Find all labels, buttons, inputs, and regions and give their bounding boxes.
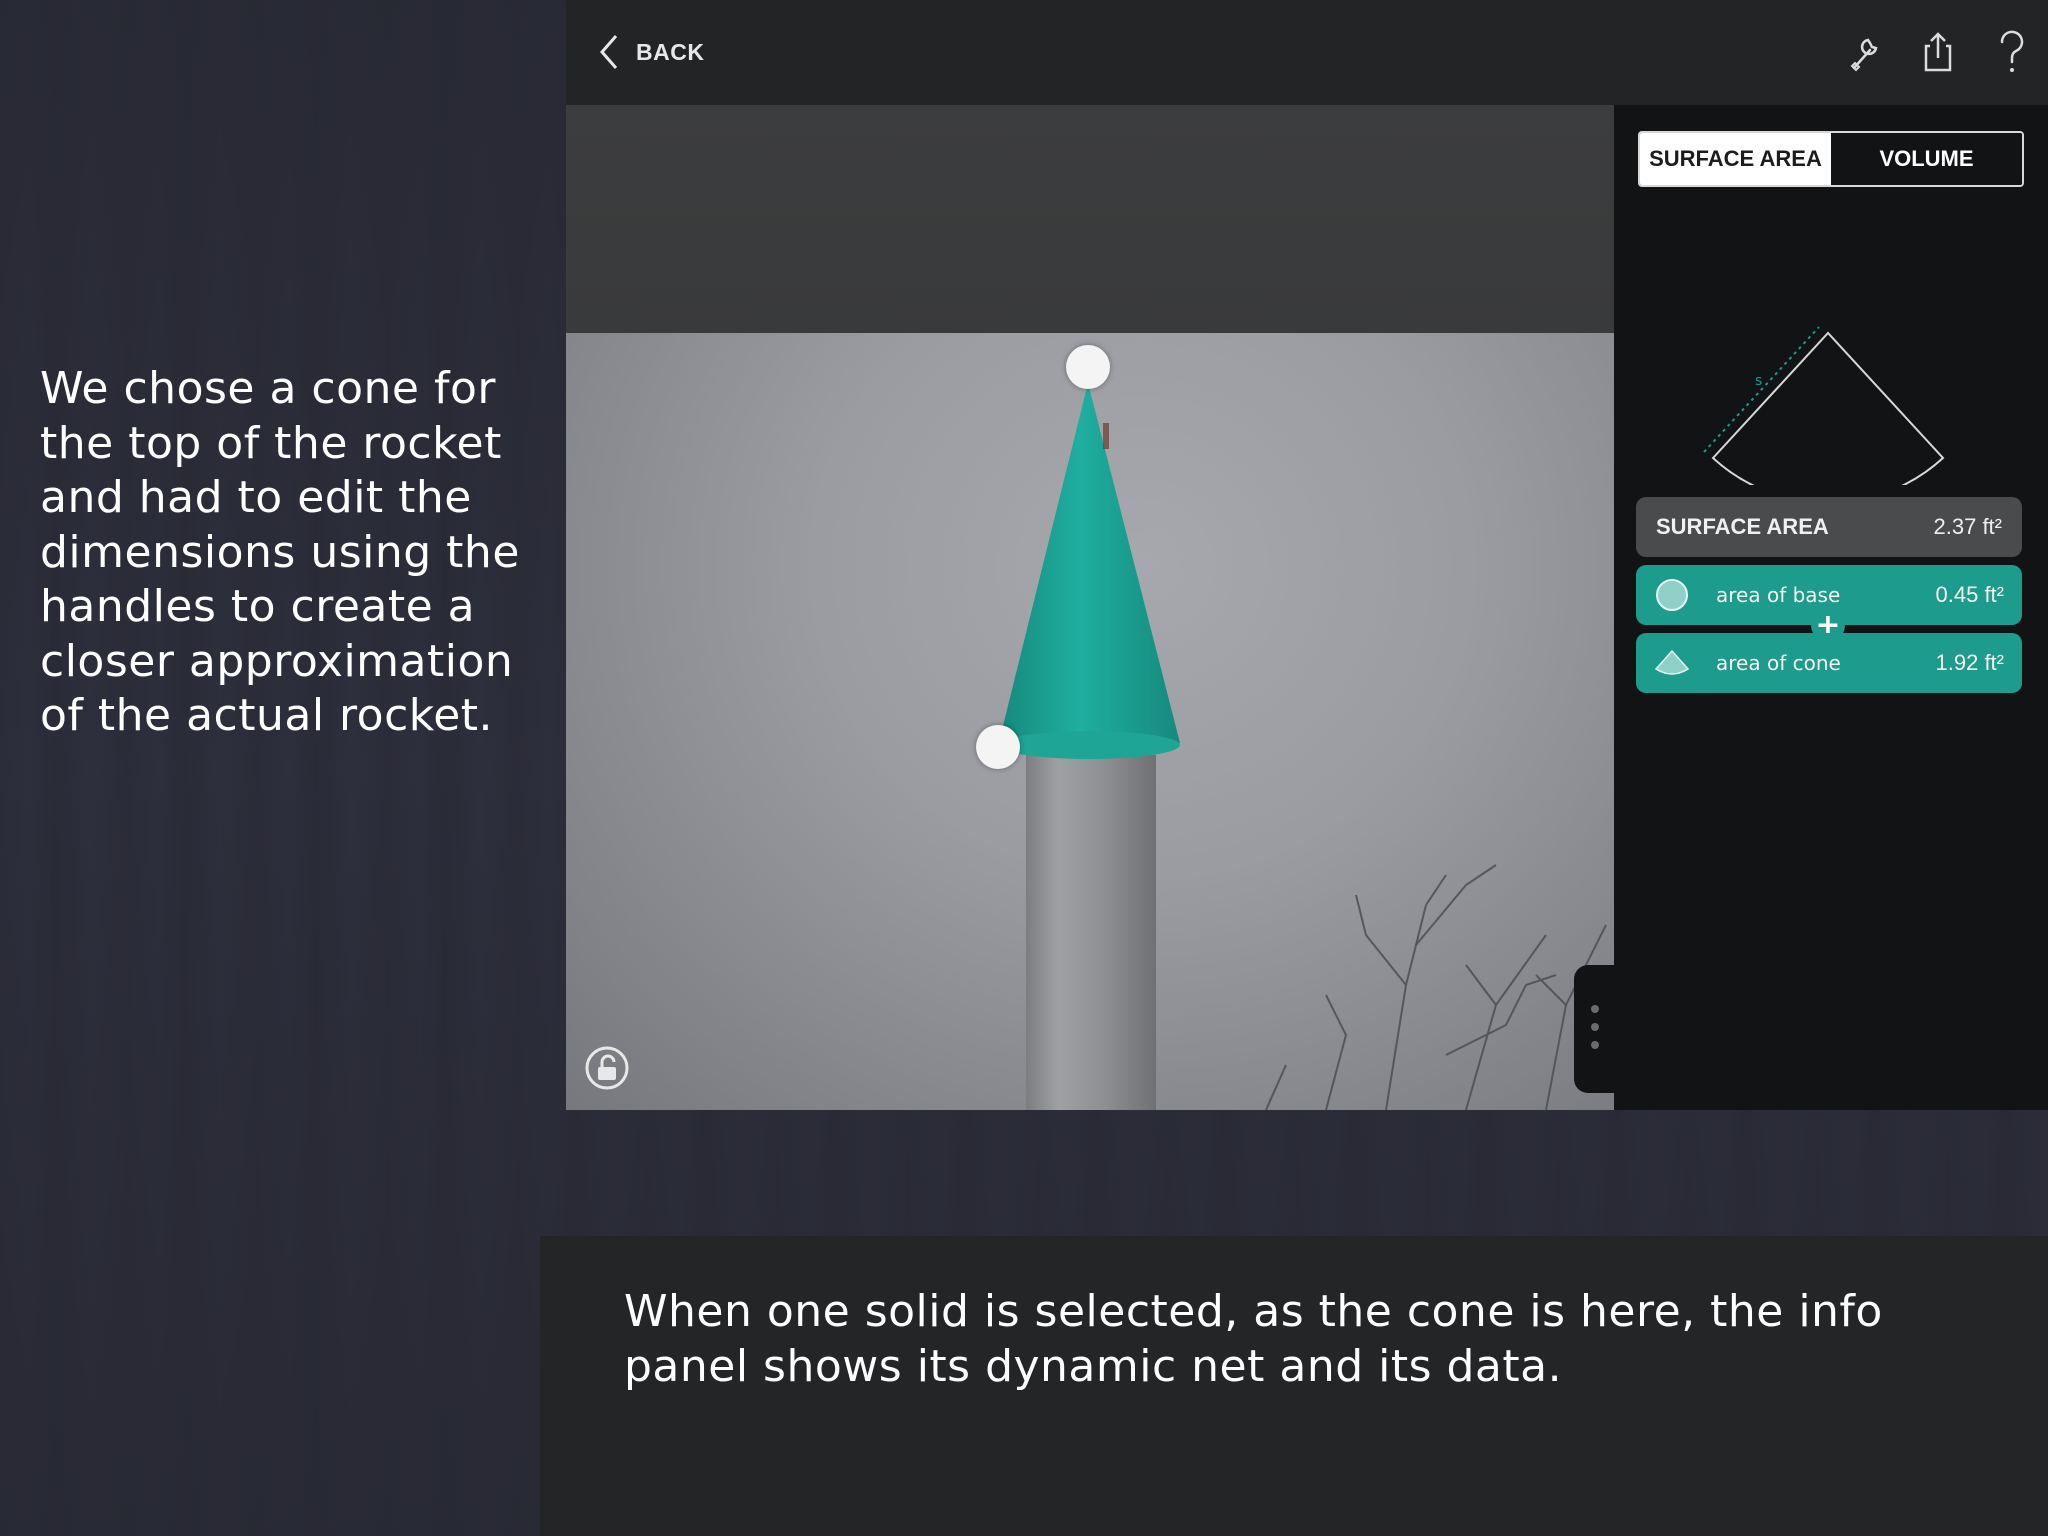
tab-surface-area[interactable]: SURFACE AREA [1640,133,1831,185]
surface-area-label: SURFACE AREA [1656,514,1829,539]
left-caption: We chose a cone for the top of the rocke… [40,363,520,741]
cone-solid[interactable] [566,105,1614,1110]
area-of-cone-value: 1.92 ft² [1935,650,2004,675]
share-icon[interactable] [1920,28,1956,76]
chevron-left-icon [600,35,618,69]
cone-net-diagram: s r [1703,326,1945,485]
back-label: BACK [636,38,705,65]
info-panel: SURFACE AREA VOLUME s r SURFACE AREA [1614,105,2048,1110]
unlock-icon[interactable] [584,1045,630,1091]
surface-area-total-row: SURFACE AREA 2.37 ft² [1636,497,2022,557]
bottom-caption: When one solid is selected, as the cone … [624,1286,1883,1392]
back-button[interactable]: BACK [594,30,704,74]
camera-view[interactable] [566,105,1614,1110]
panel-drawer-handle[interactable] [1574,965,1614,1093]
surface-area-value: 2.37 ft² [1933,514,2002,539]
area-of-cone-row[interactable]: area of cone 1.92 ft² [1636,633,2022,693]
tab-volume[interactable]: VOLUME [1831,133,2022,185]
mode-segmented-control: SURFACE AREA VOLUME [1638,131,2024,187]
apex-handle[interactable] [1066,345,1110,389]
app-screenshot: BACK SURFACE AREA VOLUME s SURFACE AREA … [566,0,2048,1110]
radius-handle[interactable] [976,725,1020,769]
bottom-caption-panel: When one solid is selected, as the cone … [540,1236,2048,1536]
cone-lateral-icon [1654,649,1690,675]
wrench-icon[interactable] [1846,28,1882,76]
area-of-cone-label: area of cone [1716,651,1841,675]
circle-base-icon [1656,579,1688,611]
top-toolbar: BACK [566,0,2048,105]
area-of-base-label: area of base [1716,583,1841,607]
slant-label: s [1755,373,1762,389]
help-icon[interactable] [1994,28,2030,76]
area-of-base-value: 0.45 ft² [1935,582,2004,607]
